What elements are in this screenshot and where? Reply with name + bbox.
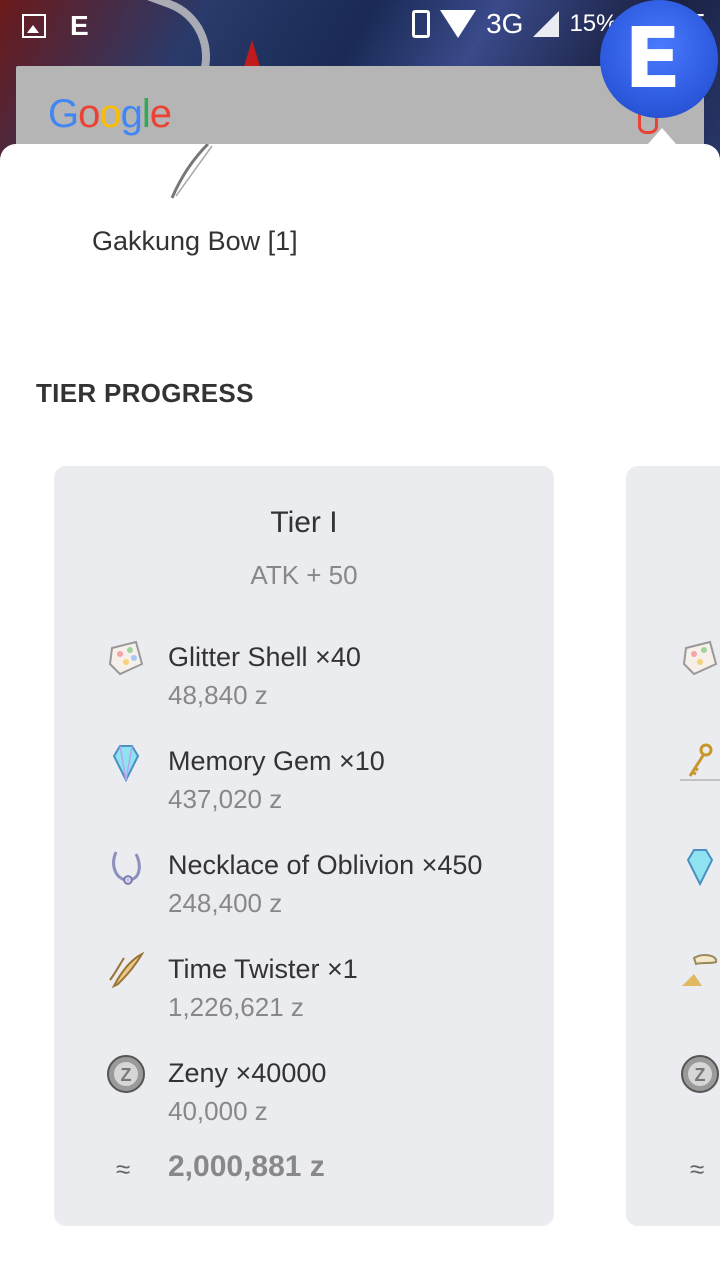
material-name: Zeny ×40000 xyxy=(168,1058,327,1088)
tier-total: 2,000,881 z xyxy=(168,1150,325,1183)
sand-icon xyxy=(682,954,718,986)
google-logo: Google xyxy=(48,92,172,137)
detail-sheet: Gakkung Bow [1] TIER PROGRESS Tier I ATK… xyxy=(0,144,720,1280)
logo-letter: l xyxy=(141,92,151,136)
material-price: 48,840 z xyxy=(168,680,268,710)
glitter-shell-icon xyxy=(682,640,718,676)
memory-gem-icon xyxy=(686,849,714,886)
glitter-shell-icon xyxy=(108,640,144,676)
logo-letter: G xyxy=(48,92,79,136)
section-title: TIER PROGRESS xyxy=(36,378,254,408)
material-name: Glitter Shell ×40 xyxy=(168,642,361,672)
time-twister-icon xyxy=(109,951,145,989)
approx-symbol: ≈ xyxy=(116,1154,131,1184)
material-row[interactable]: Z Zeny ×40000 40,000 z xyxy=(106,1054,546,1144)
sheet-notch xyxy=(648,128,676,144)
app-e-floating-icon[interactable]: E xyxy=(600,0,718,118)
svg-text:Z: Z xyxy=(121,1065,132,1085)
material-row[interactable]: Necklace of Oblivion ×450 248,400 z xyxy=(106,846,546,936)
material-price: 437,020 z xyxy=(168,784,283,814)
app-notification-icon: E xyxy=(70,10,89,41)
logo-letter: o xyxy=(78,92,100,136)
tier-card-next[interactable]: Z ≈ xyxy=(626,466,720,1226)
svg-text:Z: Z xyxy=(695,1065,706,1085)
logo-letter: g xyxy=(120,92,143,136)
app-e-letter: E xyxy=(624,9,682,107)
material-name: Necklace of Oblivion ×450 xyxy=(168,850,483,880)
tier-title: Tier I xyxy=(270,506,338,539)
approx-symbol: ≈ xyxy=(690,1154,705,1184)
tier-card[interactable]: Tier I ATK + 50 Glitter Shell ×40 48,840… xyxy=(54,466,554,1226)
material-price: 248,400 z xyxy=(168,888,283,918)
wifi-icon xyxy=(440,10,477,38)
zeny-coin-icon: Z xyxy=(681,1055,719,1093)
network-type: 3G xyxy=(486,8,524,39)
material-row[interactable]: Memory Gem ×10 437,020 z xyxy=(106,742,546,832)
logo-letter: o xyxy=(99,92,121,136)
material-row[interactable]: Time Twister ×1 1,226,621 z xyxy=(106,950,546,1040)
tier-bonus: ATK + 50 xyxy=(250,560,358,590)
necklace-icon xyxy=(112,851,141,885)
logo-letter: e xyxy=(149,92,172,136)
bow-icon xyxy=(170,144,213,199)
material-name: Time Twister ×1 xyxy=(168,954,358,984)
key-icon xyxy=(680,743,720,781)
memory-gem-icon xyxy=(112,745,140,782)
material-name: Memory Gem ×10 xyxy=(168,746,385,776)
material-row[interactable]: Glitter Shell ×40 48,840 z xyxy=(106,638,546,728)
vibrate-icon xyxy=(412,10,431,38)
item-name: Gakkung Bow [1] xyxy=(92,226,298,256)
google-search-bar[interactable]: Google xyxy=(16,66,704,156)
material-price: 1,226,621 z xyxy=(168,992,304,1022)
zeny-coin-icon: Z xyxy=(107,1055,145,1093)
signal-icon xyxy=(533,11,560,37)
image-notification-icon xyxy=(22,14,46,38)
material-price: 40,000 z xyxy=(168,1096,268,1126)
